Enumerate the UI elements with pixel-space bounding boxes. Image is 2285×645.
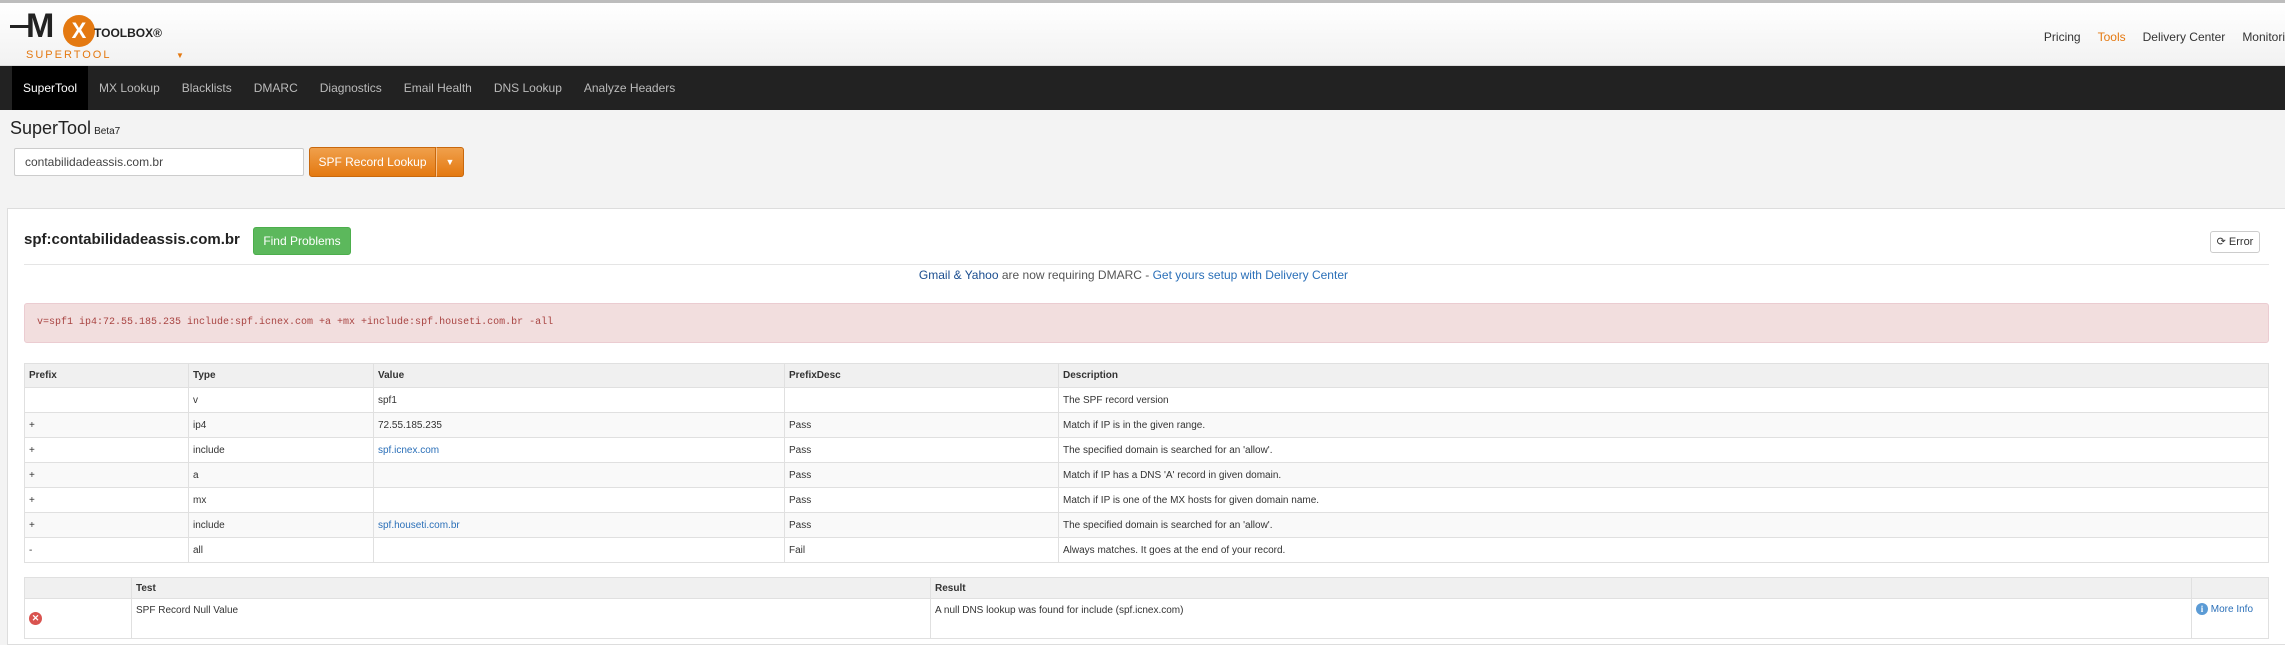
table-row: + mx Pass Match if IP is one of the MX h… — [24, 487, 2269, 513]
site-header: M X TOOLBOX® SUPERTOOL ▼ Pricing Tools D… — [0, 0, 2285, 66]
col-prefixdesc: PrefixDesc — [784, 363, 1059, 388]
table-row: + ip4 72.55.185.235 Pass Match if IP is … — [24, 412, 2269, 438]
col-status — [24, 577, 132, 599]
nav-email-health[interactable]: Email Health — [393, 66, 483, 110]
caret-down-icon[interactable]: ▼ — [176, 51, 184, 60]
test-results-table: Test Result ✕ SPF Record Null Value A nu… — [24, 577, 2269, 639]
delivery-center-link[interactable]: Get yours setup with Delivery Center — [1153, 268, 1348, 282]
nav-supertool[interactable]: SuperTool — [12, 66, 89, 110]
col-value: Value — [373, 363, 785, 388]
table-row: + include spf.houseti.com.br Pass The sp… — [24, 512, 2269, 538]
info-circle-icon: i — [2196, 603, 2208, 615]
domain-input[interactable] — [14, 148, 304, 176]
dmarc-promo: Gmail & Yahoo are now requiring DMARC - … — [918, 268, 1348, 282]
col-more — [2191, 577, 2269, 599]
logo-supertool-text: SUPERTOOL — [26, 49, 112, 61]
nav-dns-lookup[interactable]: DNS Lookup — [483, 66, 573, 110]
supertool-bar: SuperToolBeta7 SPF Record Lookup ▼ — [0, 110, 2285, 186]
topnav-monitoring[interactable]: Monitori — [2242, 30, 2285, 44]
col-description: Description — [1058, 363, 2269, 388]
spf-houseti-link[interactable]: spf.houseti.com.br — [373, 512, 785, 538]
table-row: + include spf.icnex.com Pass The specifi… — [24, 437, 2269, 463]
nav-mx-lookup[interactable]: MX Lookup — [88, 66, 171, 110]
lookup-options-caret-icon[interactable]: ▼ — [436, 147, 464, 177]
beta-badge: Beta7 — [94, 126, 121, 137]
topnav-pricing[interactable]: Pricing — [2044, 30, 2081, 44]
main-nav: SuperTool MX Lookup Blacklists DMARC Dia… — [0, 66, 2285, 110]
logo-m: M — [26, 7, 54, 45]
logo-toolbox-text: TOOLBOX® — [94, 26, 162, 40]
table-row: ✕ SPF Record Null Value A null DNS looku… — [24, 598, 2269, 639]
topnav-tools[interactable]: Tools — [2098, 30, 2126, 44]
error-circle-icon: ✕ — [29, 612, 42, 625]
spf-icnex-link[interactable]: spf.icnex.com — [373, 437, 785, 463]
table-row: + a Pass Match if IP has a DNS 'A' recor… — [24, 462, 2269, 488]
page-title: SuperTool Beta7 — [10, 118, 121, 138]
refresh-icon: ⟳ — [2216, 236, 2226, 248]
promo-bold: Gmail & Yahoo — [918, 268, 999, 282]
result-panel: spf:contabilidadeassis.com.br Find Probl… — [7, 208, 2285, 645]
logo-x: X — [63, 15, 95, 47]
table-row: - all Fail Always matches. It goes at th… — [24, 537, 2269, 563]
col-prefix: Prefix — [24, 363, 189, 388]
nav-diagnostics[interactable]: Diagnostics — [309, 66, 393, 110]
spf-table: Prefix Type Value PrefixDesc Description… — [24, 363, 2269, 563]
top-nav: Pricing Tools Delivery Center Monitori — [2027, 30, 2285, 44]
mxtoolbox-logo[interactable]: M X TOOLBOX® SUPERTOOL ▼ — [8, 7, 184, 63]
col-type: Type — [188, 363, 374, 388]
table-row: v spf1 The SPF record version — [24, 387, 2269, 413]
find-problems-button[interactable]: Find Problems — [253, 227, 351, 255]
topnav-delivery-center[interactable]: Delivery Center — [2143, 30, 2226, 44]
spf-record-alert: v=spf1 ip4:72.55.185.235 include:spf.icn… — [24, 303, 2269, 343]
col-test: Test — [131, 577, 931, 599]
nav-analyze-headers[interactable]: Analyze Headers — [573, 66, 686, 110]
error-button[interactable]: ⟳ Error — [2210, 231, 2260, 253]
result-title: spf:contabilidadeassis.com.br — [24, 231, 240, 248]
more-info-link[interactable]: i More Info — [2191, 598, 2269, 639]
nav-blacklists[interactable]: Blacklists — [171, 66, 243, 110]
spf-record-lookup-button[interactable]: SPF Record Lookup — [309, 147, 436, 177]
nav-dmarc[interactable]: DMARC — [243, 66, 309, 110]
col-result: Result — [930, 577, 2192, 599]
